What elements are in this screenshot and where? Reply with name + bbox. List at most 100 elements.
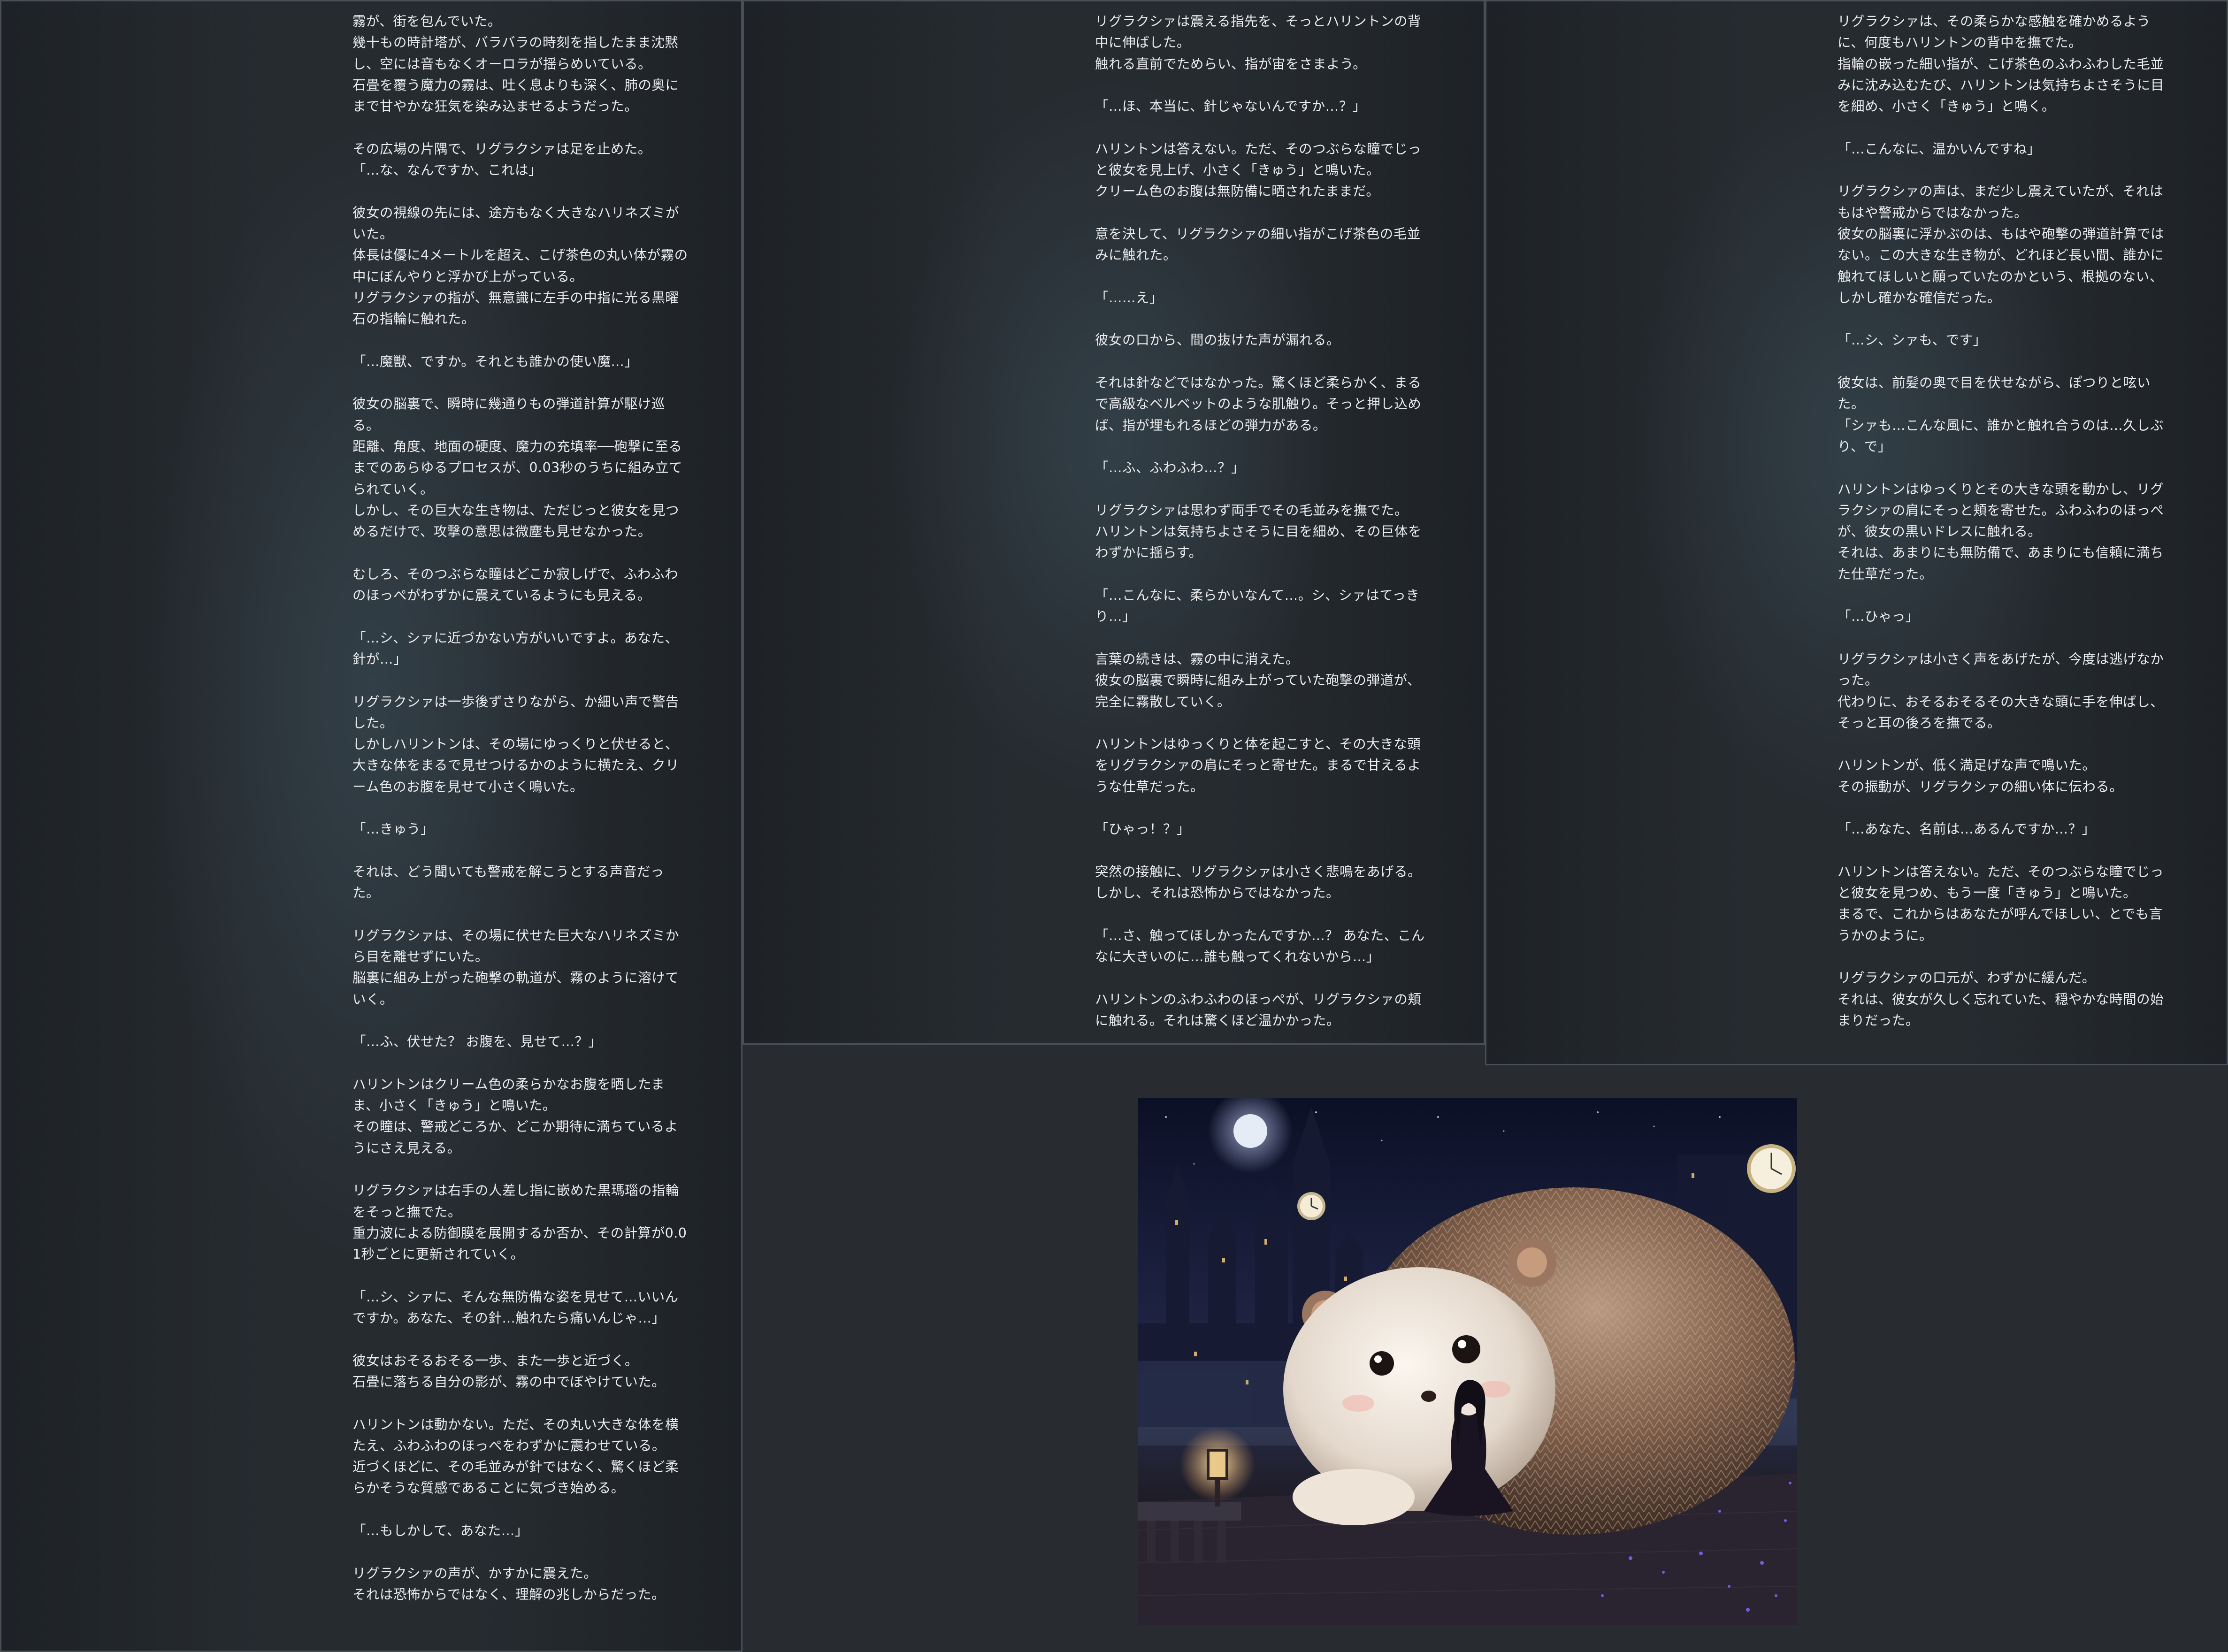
story-paragraph: 「…もしかして、あなた…」 [352,1520,690,1541]
story-paragraph: ハリントンはゆっくりとその大きな頭を動かし、リグラクシァの肩にそっと頬を寄せた。… [1838,479,2175,585]
story-line: 「ひゃっ！？」 [1095,821,1191,837]
story-paragraph: リグラクシァは、その柔らかな感触を確かめるように、何度もハリントンの背中を撫でた… [1838,11,2175,117]
story-text-3: リグラクシァは、その柔らかな感触を確かめるように、何度もハリントンの背中を撫でた… [1838,11,2175,1053]
story-line: 霧が、街を包んでいた。 [352,14,502,29]
story-paragraph: 「…シ、シァに、そんな無防備な姿を見せて…いいんですか。あなた、その針…触れたら… [352,1286,690,1329]
story-line: 彼女の脳裏で、瞬時に幾通りもの弾道計算が駆け巡る。 [352,396,665,433]
story-line: 「…こんなに、柔らかいなんて…。シ、シァはてっきり…」 [1095,588,1420,625]
story-paragraph: リグラクシァは思わず両手でその毛並みを撫でた。 ハリントンは気持ちよさそうに目を細… [1095,500,1433,564]
story-paragraph: ハリントンが、低く満足げな声で鳴いた。その振動が、リグラクシァの細い体に伝わる。 [1838,755,2175,797]
story-line: 指輪の嵌った細い指が、こげ茶色のふわふわした毛並みに沈み込むたび、ハリントンは気… [1838,56,2165,115]
story-line: ハリントンはゆっくりとその大きな頭を動かし、リグラクシァの肩にそっと頬を寄せた。… [1838,481,2164,540]
wall-clock [1747,1144,1796,1193]
story-paragraph: 「…こんなに、柔らかいなんて…。シ、シァはてっきり…」 [1095,585,1433,627]
story-line: リグラクシァの指が、無意識に左手の中指に光る黒曜石の指輪に触れた。 [352,290,679,327]
story-line: それは針などではなかった。驚くほど柔らかく、まるで高級なベルベットのような肌触り… [1095,375,1422,433]
story-line: それは、彼女が久しく忘れていた、穏やかな時間の始まりだった。 [1838,991,2164,1028]
story-line: それは、あまりにも無防備で、あまりにも信頼に満ちた仕草だった。 [1838,545,2164,582]
story-paragraph: 「…魔獣、ですか。それとも誰かの使い魔…」 [352,351,690,372]
story-paragraph: 「…さ、触ってほしかったんですか…？ あなた、こんなに大きいのに…誰も触ってくれ… [1095,925,1433,968]
story-line: 「…魔獣、ですか。それとも誰かの使い魔…」 [352,353,638,369]
balustrade [1138,1502,1241,1521]
story-line: リグラクシァは右手の人差し指に嵌めた黒瑪瑙の指輪をそっと撫でた。 [352,1183,680,1220]
story-line: その広場の片隅で、リグラクシァは足を止めた。 [352,141,651,157]
story-panel-2: リグラクシァは震える指先を、そっとハリントンの背中に伸ばした。 触れる直前でためら… [743,0,1485,1045]
story-paragraph: それは針などではなかった。驚くほど柔らかく、まるで高級なベルベットのような肌触り… [1095,372,1433,436]
story-paragraph: 「…ふ、伏せた？ お腹を、見せて…？」 [352,1031,690,1052]
hedgehog-paw [1293,1469,1415,1525]
story-paragraph: 意を決して、リグラクシァの細い指がこげ茶色の毛並みに触れた。 [1095,223,1433,266]
story-line: 「……え」 [1095,290,1164,306]
story-line: 石畳を覆う魔力の霧は、吐く息よりも深く、肺の奥にまで甘やかな狂気を染み込ませるよ… [352,77,679,115]
story-panel-3: リグラクシァは、その柔らかな感触を確かめるように、何度もハリントンの背中を撫でた… [1485,0,2228,1065]
story-paragraph: 「…こんなに、温かいんですね」 [1838,138,2175,160]
story-line: その振動が、リグラクシァの細い体に伝わる。 [1838,779,2123,795]
street-lamp [1207,1449,1228,1480]
story-line: 「…ほ、本当に、針じゃないんですか…？」 [1095,99,1366,115]
story-line: 彼女の口から、間の抜けた声が漏れる。 [1095,332,1340,348]
story-line: ハリントンはゆっくりと体を起こすと、その大きな頭をリグラクシァの肩にそっと寄せた… [1095,736,1421,795]
story-line: 「…シ、シァに、そんな無防備な姿を見せて…いいんですか。あなた、その針…触れたら… [352,1289,679,1326]
hedgehog-eye-left [1370,1351,1394,1376]
story-text-1: 霧が、街を包んでいた。幾十もの時計塔が、バラバラの時刻を指したまま沈黙し、空には… [352,11,690,1627]
story-paragraph: リグラクシァの声が、かすかに震えた。 それは恐怖からではなく、理解の兆しからだった… [352,1563,690,1606]
story-paragraph: むしろ、そのつぶらな瞳はどこか寂しげで、ふわふわのほっぺがわずかに震えているよう… [352,564,690,606]
story-line: しかし、その巨大な生き物は、ただじっと彼女を見つめるだけで、攻撃の意思は微塵も見… [352,502,680,540]
hedgehog-illustration [1138,1098,1797,1625]
story-paragraph: 「…あなた、名前は…あるんですか…？」 [1838,818,2175,840]
story-paragraph: 「…ひゃっ」 [1838,606,2175,627]
story-paragraph: その広場の片隅で、リグラクシァは足を止めた。 「…な、なんですか、これは」 [352,138,690,181]
story-line: 「…こんなに、温かいんですね」 [1838,141,2041,157]
story-paragraph: ハリントンはクリーム色の柔らかなお腹を晒したまま、小さく「きゅう」と鳴いた。 その… [352,1074,690,1159]
story-paragraph: リグラクシァの声は、まだ少し震えていたが、それはもはや警戒からではなかった。彼女… [1838,181,2175,308]
story-line: しかしハリントンは、その場にゆっくりと伏せると、大きな体をまるで見せつけるかのよ… [352,736,680,795]
story-line: 彼女は、前髪の奥で目を伏せながら、ぽつりと呟いた。 [1838,375,2151,412]
story-paragraph: ハリントンのふわふわのほっぺが、リグラクシァの頬に触れる。それは驚くほど温かかっ… [1095,989,1433,1032]
story-line: 距離、角度、地面の硬度、魔力の充填率──砲撃に至るまでのあらゆるプロセスが、0.… [352,438,682,497]
story-paragraph: リグラクシァは右手の人差し指に嵌めた黒瑪瑙の指輪をそっと撫でた。 重力波による防御… [352,1180,690,1265]
story-line: 「…な、なんですか、これは」 [352,162,543,178]
story-line: リグラクシァの声は、まだ少し震えていたが、それはもはや警戒からではなかった。 [1838,184,2164,221]
story-paragraph: それは、どう聞いても警戒を解こうとする声音だった。 [352,861,690,904]
story-line: 「…ひゃっ」 [1838,609,1920,625]
story-line: 彼女の脳裏で瞬時に組み上がっていた砲撃の弾道が、完全に霧散していく。 [1095,673,1421,710]
story-line: 近づくほどに、その毛並みが針ではなく、驚くほど柔らかそうな質感であることに気づき… [352,1459,679,1496]
story-paragraph: 彼女の口から、間の抜けた声が漏れる。 [1095,329,1433,351]
story-paragraph: ハリントンは答えない。ただ、そのつぶらな瞳でじっと彼女を見上げ、小さく「きゅう」… [1095,138,1433,202]
story-paragraph: リグラクシァは、その場に伏せた巨大なハリネズミから目を離せずにいた。 脳裏に組み上… [352,925,690,1010]
story-paragraph: 彼女の視線の先には、途方もなく大きなハリネズミがいた。 体長は優に4メートルを超え… [352,202,690,330]
story-line: リグラクシァは一歩後ずさりながら、か細い声で警告した。 [352,694,680,731]
story-paragraph: 彼女はおそるおそる一歩、また一歩と近づく。石畳に落ちる自分の影が、霧の中でぼやけ… [352,1350,690,1393]
story-paragraph: リグラクシァは一歩後ずさりながら、か細い声で警告した。しかしハリントンは、その場… [352,691,690,797]
story-line: それは、どう聞いても警戒を解こうとする声音だった。 [352,864,664,901]
story-line: ハリントンは気持ちよさそうに目を細め、その巨体をわずかに揺らす。 [1095,524,1422,561]
story-line: ハリントンはクリーム色の柔らかなお腹を晒したまま、小さく「きゅう」と鳴いた。 [352,1076,665,1114]
story-line: 「シァも…こんな風に、誰かと触れ合うのは…久しぶり、で」 [1838,417,2164,454]
story-line: リグラクシァの声が、かすかに震えた。 [352,1565,597,1581]
story-line: ハリントンは動かない。ただ、その丸い大きな体を横たえ、ふわふわのほっぺをわずかに… [352,1416,679,1453]
story-line: 体長は優に4メートルを超え、こげ茶色の丸い体が霧の中にぼんやりと浮かび上がってい… [352,247,688,284]
story-line: 石畳に落ちる自分の影が、霧の中でぼやけていた。 [352,1374,666,1390]
story-line: 「…もしかして、あなた…」 [352,1523,528,1539]
moon [1233,1114,1267,1148]
story-line: ハリントンが、低く満足げな声で鳴いた。 [1838,757,2096,773]
hedgehog-eye-right [1452,1335,1480,1363]
story-line: 「…さ、触ってほしかったんですか…？ あなた、こんなに大きいのに…誰も触ってくれ… [1095,927,1425,965]
story-paragraph: 「…きゅう」 [352,818,690,840]
story-line: 幾十もの時計塔が、バラバラの時刻を指したまま沈黙し、空には音もなくオーロラが揺ら… [352,35,679,72]
story-line: 彼女の脳裏に浮かぶのは、もはや砲撃の弾道計算ではない。この大きな生き物が、どれほ… [1838,226,2165,306]
story-paragraph: 言葉の続きは、霧の中に消えた。彼女の脳裏で瞬時に組み上がっていた砲撃の弾道が、完… [1095,649,1433,712]
story-line: 彼女はおそるおそる一歩、また一歩と近づく。 [352,1353,639,1369]
story-line: リグラクシァの口元が、わずかに緩んだ。 [1838,970,2096,986]
story-line: 「…ふ、ふわふわ…？」 [1095,460,1245,476]
story-paragraph: 「…ほ、本当に、針じゃないんですか…？」 [1095,96,1433,117]
story-line: その瞳は、警戒どころか、どこか期待に満ちているようにさえ見える。 [352,1119,678,1156]
story-line: 言葉の続きは、霧の中に消えた。 [1095,651,1300,667]
story-line: ハリントンは答えない。ただ、そのつぶらな瞳でじっと彼女を見上げ、小さく「きゅう」… [1095,141,1422,178]
story-paragraph: 彼女は、前髪の奥で目を伏せながら、ぽつりと呟いた。 「シァも…こんな風に、誰かと触… [1838,372,2175,457]
story-paragraph: 突然の接触に、リグラクシァは小さく悲鳴をあげる。しかし、それは恐怖からではなかっ… [1095,861,1433,904]
story-line: 代わりに、おそるおそるその大きな頭に手を伸ばし、そっと耳の後ろを撫でる。 [1838,694,2164,731]
story-paragraph: 彼女の脳裏で、瞬時に幾通りもの弾道計算が駆け巡る。距離、角度、地面の硬度、魔力の… [352,393,690,542]
story-line: ハリントンは答えない。ただ、そのつぶらな瞳でじっと彼女を見つめ、もう一度「きゅう… [1838,864,2164,901]
story-line: リグラクシァは、その柔らかな感触を確かめるように、何度もハリントンの背中を撫でた… [1838,14,2151,51]
